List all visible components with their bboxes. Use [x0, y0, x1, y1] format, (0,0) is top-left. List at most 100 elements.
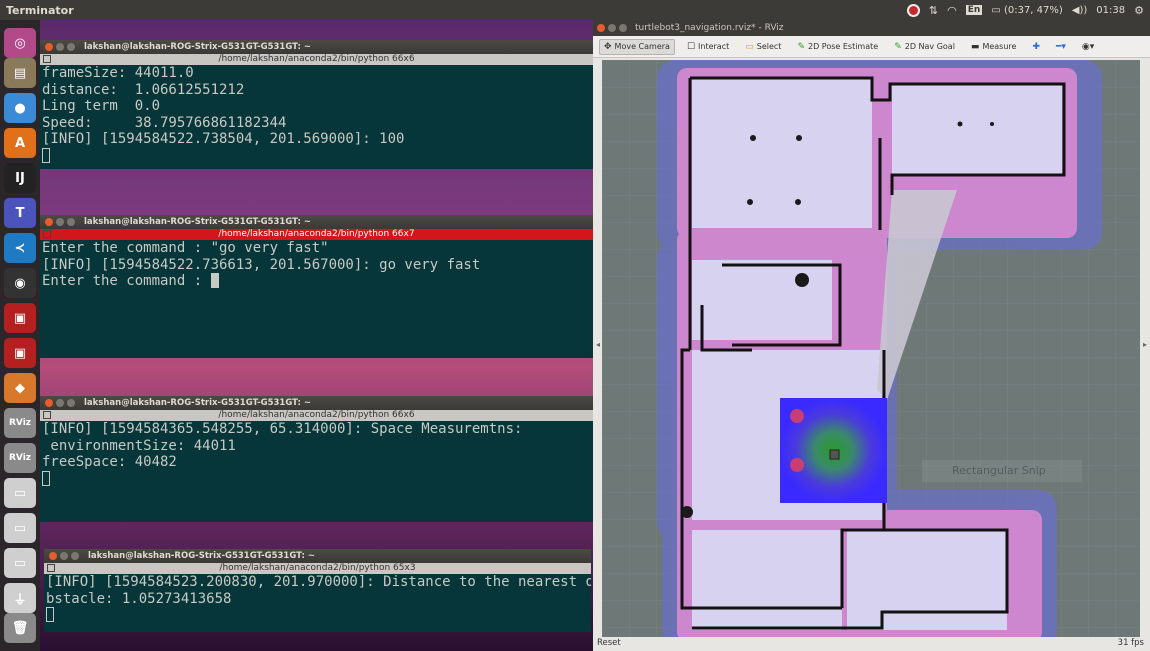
settings-gear-icon[interactable]: ⚙ — [1134, 4, 1144, 17]
terminal-line: [INFO] [1594584522.738504, 201.569000]: … — [42, 131, 405, 148]
plus-icon: ✚ — [1032, 41, 1040, 52]
add-tool-button[interactable]: ✚ — [1028, 40, 1044, 54]
terminal-output[interactable]: [INFO] [1594584365.548255, 65.314000]: S… — [40, 421, 593, 522]
launcher-software-center-icon[interactable]: A — [4, 128, 36, 158]
reset-button[interactable]: Reset — [597, 638, 621, 648]
tool-2d-pose-estimate[interactable]: ✎ 2D Pose Estimate — [793, 40, 882, 54]
maximize-icon[interactable] — [71, 552, 79, 560]
minimize-icon[interactable] — [56, 43, 64, 51]
terminal-cursor — [210, 273, 219, 289]
terminal-pane-2[interactable]: lakshan@lakshan-ROG-Strix-G531GT-G531GT:… — [40, 215, 593, 358]
tool-label: Measure — [982, 42, 1017, 51]
terminal-output[interactable]: Enter the command : "go very fast" [INFO]… — [40, 240, 593, 358]
collapse-left-icon[interactable]: ◂ — [596, 340, 600, 349]
launcher-files-icon[interactable]: ▤ — [4, 58, 36, 88]
launcher-terminator-2-icon[interactable]: ▣ — [4, 338, 36, 368]
wifi-icon[interactable]: ◠ — [947, 4, 957, 17]
launcher-rviz-2-icon[interactable]: RViz — [4, 443, 36, 473]
volume-icon[interactable]: ◀)) — [1072, 5, 1088, 16]
launcher-usb-icon[interactable]: ⏚ — [4, 583, 36, 613]
rectangular-snip-overlay: Rectangular Snip — [922, 460, 1082, 482]
rviz-status-bar: Reset 31 fps — [593, 637, 1150, 651]
maximize-icon[interactable] — [67, 399, 75, 407]
launcher-drive-3-icon[interactable]: ▭ — [4, 548, 36, 578]
tool-2d-nav-goal[interactable]: ✎ 2D Nav Goal — [890, 40, 959, 54]
launcher-vscode-icon[interactable]: ≺ — [4, 233, 36, 263]
active-app-title: Terminator — [6, 3, 74, 17]
launcher-ubuntu-dash-icon[interactable]: ◎ — [4, 28, 36, 58]
terminal-tab[interactable]: /home/lakshan/anaconda2/bin/python 66x7 — [40, 229, 593, 240]
camera-icon: ◉▾ — [1081, 41, 1095, 52]
maximize-icon[interactable] — [619, 24, 627, 32]
launcher: ◎ ▤ ● A IJ T ≺ ◉ ▣ ▣ ◆ RViz RViz ▭ ▭ ▭ ⏚ 🗑 — [0, 20, 40, 651]
terminal-line: environmentSize: 44011 — [42, 437, 236, 454]
launcher-rviz-1-icon[interactable]: RViz — [4, 408, 36, 438]
system-tray: ⇅ ◠ En ▭ (0:37, 47%) ◀)) 01:38 ⚙ — [906, 0, 1144, 20]
launcher-drive-1-icon[interactable]: ▭ — [4, 478, 36, 508]
maximize-icon[interactable] — [67, 43, 75, 51]
keyboard-indicator[interactable]: En — [965, 5, 983, 15]
close-icon[interactable] — [45, 43, 53, 51]
camera-type-button[interactable]: ◉▾ — [1078, 40, 1098, 54]
minimize-icon[interactable] — [608, 24, 616, 32]
tool-label: 2D Nav Goal — [904, 42, 955, 51]
launcher-terminator-1-icon[interactable]: ▣ — [4, 303, 36, 333]
tab-grid-icon[interactable] — [47, 564, 55, 572]
collapse-right-icon[interactable]: ▸ — [1143, 340, 1147, 349]
tool-interact[interactable]: ☐ Interact — [683, 40, 733, 54]
close-icon[interactable] — [45, 218, 53, 226]
launcher-intellij-icon[interactable]: IJ — [4, 163, 36, 193]
tab-grid-icon[interactable] — [43, 230, 51, 238]
tool-select[interactable]: ▭ Select — [741, 40, 785, 54]
remove-tool-button[interactable]: ━▾ — [1052, 40, 1070, 54]
terminal-line: [INFO] [1594584523.200830, 201.970000]: … — [46, 574, 591, 590]
terminal-tab-label: /home/lakshan/anaconda2/bin/python 66x6 — [218, 54, 415, 64]
nav-goal-icon: ✎ — [894, 41, 902, 52]
record-icon[interactable] — [906, 3, 920, 17]
terminal-tab[interactable]: /home/lakshan/anaconda2/bin/python 65x3 — [44, 563, 591, 574]
terminal-tab[interactable]: /home/lakshan/anaconda2/bin/python 66x6 — [40, 54, 593, 65]
close-icon[interactable] — [45, 399, 53, 407]
terminal-pane-3[interactable]: lakshan@lakshan-ROG-Strix-G531GT-G531GT:… — [40, 396, 593, 522]
terminal-cursor — [46, 607, 54, 623]
terminal-title: lakshan@lakshan-ROG-Strix-G531GT-G531GT:… — [84, 398, 311, 408]
minimize-icon[interactable] — [60, 552, 68, 560]
terminal-output[interactable]: frameSize: 44011.0 distance: 1.0661255121… — [40, 65, 593, 169]
minimize-icon[interactable] — [56, 218, 64, 226]
tab-grid-icon[interactable] — [43, 55, 51, 63]
battery-indicator[interactable]: ▭ (0:37, 47%) — [991, 5, 1062, 16]
terminal-line: freeSpace: 40482 — [42, 454, 177, 471]
tab-grid-icon[interactable] — [43, 411, 51, 419]
launcher-package-icon[interactable]: ◆ — [4, 373, 36, 403]
tool-measure[interactable]: ▬ Measure — [967, 40, 1021, 54]
launcher-trash-icon[interactable]: 🗑 — [4, 613, 36, 643]
terminal-pane-4[interactable]: lakshan@lakshan-ROG-Strix-G531GT-G531GT:… — [44, 549, 591, 632]
rviz-window: turtlebot3_navigation.rviz* - RViz ✥ Move… — [593, 20, 1150, 651]
tool-label: 2D Pose Estimate — [807, 42, 879, 51]
terminal-titlebar: lakshan@lakshan-ROG-Strix-G531GT-G531GT:… — [40, 396, 593, 410]
rviz-3d-view[interactable]: Rectangular Snip — [602, 60, 1140, 647]
close-icon[interactable] — [597, 24, 605, 32]
pose-estimate-icon: ✎ — [797, 41, 805, 52]
close-icon[interactable] — [49, 552, 57, 560]
rviz-titlebar: turtlebot3_navigation.rviz* - RViz — [593, 20, 1150, 36]
maximize-icon[interactable] — [67, 218, 75, 226]
tool-move-camera[interactable]: ✥ Move Camera — [599, 38, 675, 55]
launcher-teams-icon[interactable]: T — [4, 198, 36, 228]
minimize-icon[interactable] — [56, 399, 64, 407]
terminal-tab[interactable]: /home/lakshan/anaconda2/bin/python 66x6 — [40, 410, 593, 421]
clock[interactable]: 01:38 — [1096, 5, 1125, 16]
terminal-line: bstacle: 1.05273413658 — [46, 590, 232, 607]
terminal-pane-1[interactable]: lakshan@lakshan-ROG-Strix-G531GT-G531GT:… — [40, 40, 593, 169]
launcher-drive-2-icon[interactable]: ▭ — [4, 513, 36, 543]
tool-label: Move Camera — [614, 42, 670, 51]
terminal-title: lakshan@lakshan-ROG-Strix-G531GT-G531GT:… — [88, 551, 315, 561]
select-icon: ▭ — [745, 41, 754, 52]
launcher-obs-icon[interactable]: ◉ — [4, 268, 36, 298]
costmap-render — [602, 60, 1140, 647]
terminal-output[interactable]: [INFO] [1594584523.200830, 201.970000]: … — [44, 574, 591, 632]
transfer-icon[interactable]: ⇅ — [929, 4, 938, 17]
launcher-chrome-icon[interactable]: ● — [4, 93, 36, 123]
snip-overlay-text: Rectangular Snip — [952, 464, 1046, 477]
terminal-tab-label: /home/lakshan/anaconda2/bin/python 66x7 — [218, 229, 415, 239]
